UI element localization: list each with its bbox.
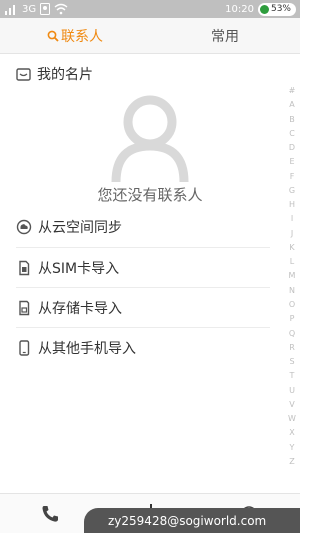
alpha-index-letter[interactable]: J [291,229,293,238]
import-from-sd-item[interactable]: 从存储卡导入 [16,287,270,327]
alpha-index-letter[interactable]: C [289,129,295,138]
dial-phone-icon[interactable] [40,504,60,524]
sync-from-cloud-item[interactable]: 从云空间同步 [16,207,270,247]
alpha-index-letter[interactable]: Y [290,443,295,452]
battery-level: 53% [270,4,291,14]
tab-contacts[interactable]: 联系人 [0,18,150,53]
sim-card-icon [19,260,30,275]
battery-icon [259,4,269,14]
alpha-index-letter[interactable]: K [289,243,294,252]
alpha-index-letter[interactable]: U [289,386,295,395]
empty-state-text: 您还没有联系人 [97,186,203,204]
alpha-index-letter[interactable]: P [290,314,295,323]
alpha-index-letter[interactable]: B [289,115,295,124]
alpha-index-letter[interactable]: # [289,86,296,95]
alpha-index-letter[interactable]: X [289,428,294,437]
status-bar: 3G 10:20 53% [0,0,300,18]
import-from-sim-label: 从SIM卡导入 [38,260,120,277]
search-icon[interactable] [47,30,59,42]
tab-contacts-label: 联系人 [61,28,103,45]
alpha-index-letter[interactable]: D [289,143,295,152]
alpha-index-letter[interactable]: N [289,286,295,295]
alpha-index-letter[interactable]: G [289,186,295,195]
network-type: 3G [22,3,37,15]
alpha-index-letter[interactable]: Q [289,329,295,338]
alpha-index-letter[interactable]: I [291,214,293,223]
alpha-index-letter[interactable]: T [290,371,295,380]
tab-favorites[interactable]: 常用 [150,18,300,53]
wifi-icon [54,3,68,15]
battery-indicator: 53% [257,2,296,16]
signal-icon [5,5,15,15]
cloud-sync-icon [16,219,32,235]
empty-contact-avatar-icon [111,95,189,183]
status-left: 3G [4,3,68,15]
tab-bar: 联系人 常用 [0,18,300,54]
alpha-index-letter[interactable]: O [289,300,295,309]
id-card-icon [16,67,31,81]
watermark-text: zy259428@sogiworld.com [108,513,267,528]
alpha-index-letter[interactable]: L [290,257,294,266]
status-right: 10:20 53% [225,2,296,16]
alpha-index-letter[interactable]: S [289,357,294,366]
import-from-phone-label: 从其他手机导入 [38,340,136,357]
watermark-overlay: zy259428@sogiworld.com [84,508,300,533]
alpha-index-letter[interactable]: E [289,157,294,166]
alpha-index-letter[interactable]: W [288,414,296,423]
alphabet-index[interactable]: # A B C D E F G H I J K L M N O P Q R S … [286,86,298,466]
sd-card-icon [19,300,30,315]
contacts-notification-icon [40,3,51,15]
clock: 10:20 [225,3,254,15]
tab-favorites-label: 常用 [211,28,239,45]
alpha-index-letter[interactable]: H [289,200,295,209]
my-card-item[interactable]: 我的名片 [16,64,93,84]
import-from-phone-item[interactable]: 从其他手机导入 [16,327,270,367]
sync-from-cloud-label: 从云空间同步 [38,220,122,236]
alpha-index-letter[interactable]: R [289,343,295,352]
phone-icon [19,339,30,356]
alpha-index-letter[interactable]: V [289,400,294,409]
import-from-sd-label: 从存储卡导入 [38,300,122,317]
alpha-index-letter[interactable]: A [289,100,294,109]
alpha-index-letter[interactable]: F [290,172,295,181]
import-from-sim-item[interactable]: 从SIM卡导入 [16,247,270,287]
alpha-index-letter[interactable]: M [289,271,296,280]
my-card-label: 我的名片 [37,67,93,83]
alpha-index-letter[interactable]: Z [289,457,294,466]
